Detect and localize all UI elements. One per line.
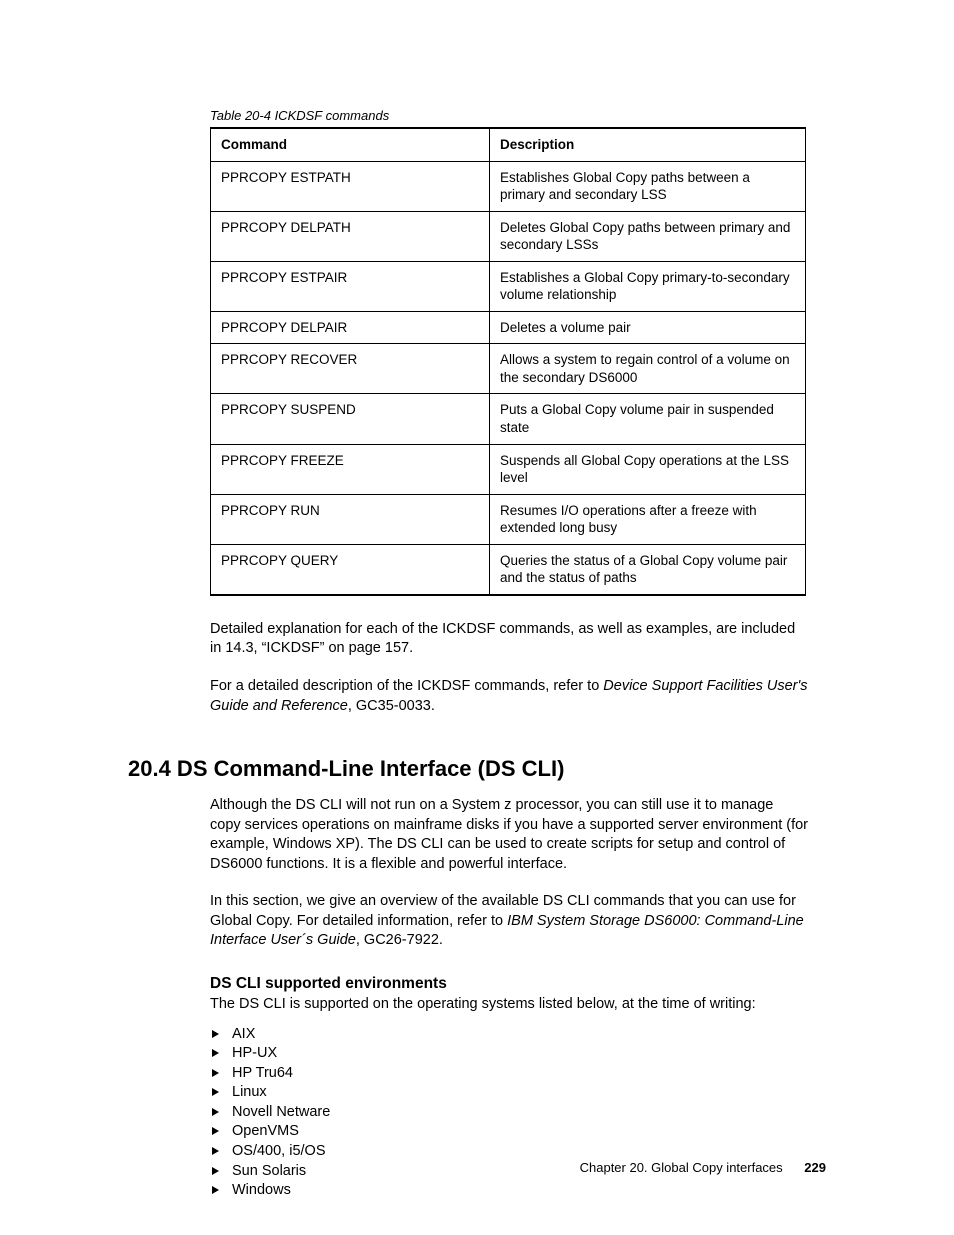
paragraph: Although the DS CLI will not run on a Sy… — [210, 796, 808, 874]
table-row: PPRCOPY RECOVERAllows a system to regain… — [211, 344, 806, 394]
commands-table: Command Description PPRCOPY ESTPATHEstab… — [210, 127, 806, 596]
desc-cell: Deletes a volume pair — [490, 311, 806, 344]
desc-cell: Deletes Global Copy paths between primar… — [490, 211, 806, 261]
table-row: PPRCOPY QUERYQueries the status of a Glo… — [211, 544, 806, 595]
table-row: PPRCOPY ESTPATHEstablishes Global Copy p… — [211, 161, 806, 211]
cmd-cell: PPRCOPY ESTPAIR — [211, 261, 490, 311]
cmd-cell: PPRCOPY ESTPATH — [211, 161, 490, 211]
page-number: 229 — [804, 1160, 826, 1175]
desc-cell: Queries the status of a Global Copy volu… — [490, 544, 806, 595]
paragraph: The DS CLI is supported on the operating… — [210, 995, 808, 1015]
table-row: PPRCOPY RUNResumes I/O operations after … — [211, 494, 806, 544]
cmd-cell: PPRCOPY RUN — [211, 494, 490, 544]
cmd-cell: PPRCOPY DELPATH — [211, 211, 490, 261]
section-heading: 20.4 DS Command-Line Interface (DS CLI) — [128, 756, 808, 782]
footer-chapter: Chapter 20. Global Copy interfaces — [580, 1160, 783, 1175]
desc-cell: Allows a system to regain control of a v… — [490, 344, 806, 394]
table-row: PPRCOPY DELPATHDeletes Global Copy paths… — [211, 211, 806, 261]
list-item: Linux — [210, 1083, 808, 1103]
table-row: PPRCOPY DELPAIRDeletes a volume pair — [211, 311, 806, 344]
list-item: HP-UX — [210, 1044, 808, 1064]
desc-cell: Resumes I/O operations after a freeze wi… — [490, 494, 806, 544]
text: For a detailed description of the ICKDSF… — [210, 678, 603, 694]
table-row: PPRCOPY SUSPENDPuts a Global Copy volume… — [211, 394, 806, 444]
cmd-cell: PPRCOPY RECOVER — [211, 344, 490, 394]
list-item: AIX — [210, 1025, 808, 1045]
desc-cell: Suspends all Global Copy operations at t… — [490, 444, 806, 494]
desc-cell: Establishes a Global Copy primary-to-sec… — [490, 261, 806, 311]
table-row: PPRCOPY ESTPAIREstablishes a Global Copy… — [211, 261, 806, 311]
header-command: Command — [211, 128, 490, 161]
cmd-cell: PPRCOPY SUSPEND — [211, 394, 490, 444]
list-item: Windows — [210, 1181, 808, 1201]
cmd-cell: PPRCOPY FREEZE — [211, 444, 490, 494]
table-row: PPRCOPY FREEZESuspends all Global Copy o… — [211, 444, 806, 494]
list-item: OpenVMS — [210, 1122, 808, 1142]
page-footer: Chapter 20. Global Copy interfaces 229 — [580, 1160, 826, 1175]
text: , GC26-7922. — [356, 932, 443, 948]
paragraph: In this section, we give an overview of … — [210, 892, 808, 951]
desc-cell: Puts a Global Copy volume pair in suspen… — [490, 394, 806, 444]
paragraph: For a detailed description of the ICKDSF… — [210, 677, 808, 716]
list-item: OS/400, i5/OS — [210, 1142, 808, 1162]
text: , GC35-0033. — [348, 698, 435, 714]
desc-cell: Establishes Global Copy paths between a … — [490, 161, 806, 211]
list-item: Novell Netware — [210, 1103, 808, 1123]
table-caption: Table 20-4 ICKDSF commands — [210, 108, 808, 123]
cmd-cell: PPRCOPY QUERY — [211, 544, 490, 595]
header-description: Description — [490, 128, 806, 161]
list-item: HP Tru64 — [210, 1064, 808, 1084]
subsection-heading: DS CLI supported environments — [210, 975, 808, 993]
paragraph: Detailed explanation for each of the ICK… — [210, 620, 808, 659]
cmd-cell: PPRCOPY DELPAIR — [211, 311, 490, 344]
